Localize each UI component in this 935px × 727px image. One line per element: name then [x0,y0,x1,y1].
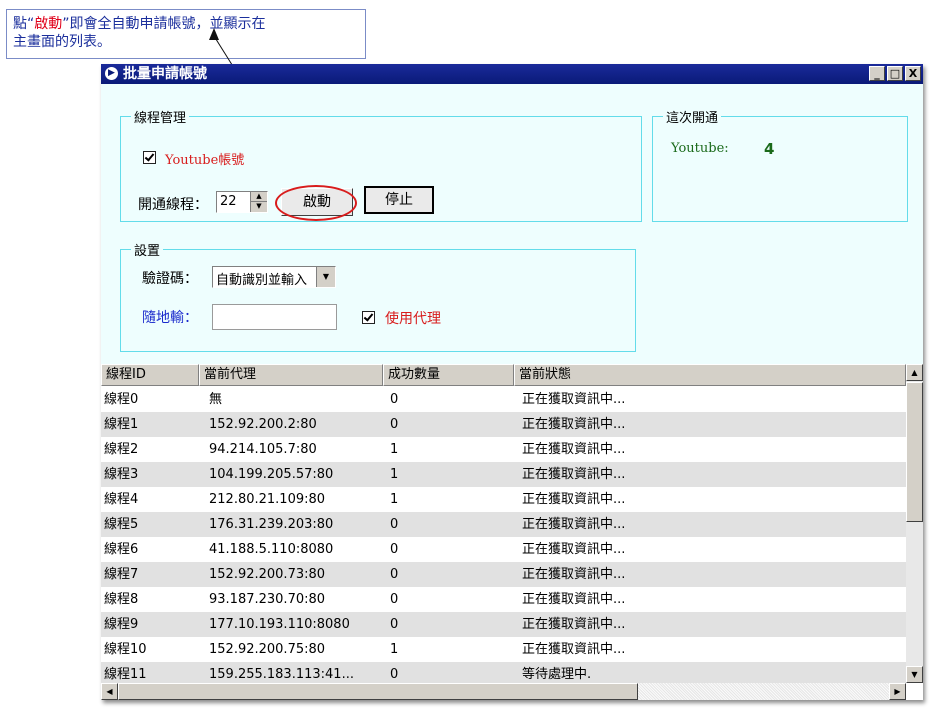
youtube-checkbox[interactable] [143,151,156,164]
captcha-select[interactable]: 自動識別並輸入 ▼ [212,266,336,288]
table-row[interactable]: 線程6 41.188.5.110:8080 0 正在獲取資訊中... [101,537,906,562]
list-rows: 線程0 無 0 正在獲取資訊中... 線程1 152.92.200.2:80 0 正在獲取資… [101,387,906,687]
stop-button[interactable]: 停止 [364,186,434,214]
title-bar[interactable]: ▶ 批量申請帳號 _ □ X [101,64,923,84]
table-row[interactable]: 線程5 176.31.239.203:80 0 正在獲取資訊中... [101,512,906,537]
column-header-success-count[interactable]: 成功數量 [383,364,514,386]
table-row[interactable]: 線程10 152.92.200.75:80 1 正在獲取資訊中... [101,637,906,662]
settings-group: 設置 [120,240,636,352]
app-window: ▶ 批量申請帳號 _ □ X 線程管理 Youtube帳號 開通線程： 22 ▲… [101,64,923,700]
input-label: 隨地輸： [142,310,198,326]
maximize-button[interactable]: □ [887,66,903,81]
callout-arrow-head [209,28,219,40]
thread-count-label: 開通線程： [138,197,208,213]
proxy-checkbox-label: 使用代理 [385,311,441,327]
highlight-ellipse [275,185,357,221]
column-header-proxy[interactable]: 當前代理 [199,364,383,386]
table-row[interactable]: 線程7 152.92.200.73:80 0 正在獲取資訊中... [101,562,906,587]
settings-group-legend: 設置 [134,244,161,259]
thread-count-value: 22 [220,194,237,209]
result-group: 這次開通 [652,107,908,222]
youtube-checkbox-label: Youtube帳號 [165,153,245,168]
result-service-label: Youtube: [671,141,729,156]
result-count: 4 [764,140,775,158]
scroll-up-icon[interactable]: ▲ [906,364,923,381]
app-icon: ▶ [105,67,118,80]
vertical-scroll-thumb[interactable] [906,382,923,522]
scroll-right-icon[interactable]: ▶ [889,683,906,700]
captcha-select-value: 自動識別並輸入 [216,273,308,288]
spin-down-icon[interactable]: ▼ [251,202,267,211]
proxy-checkbox[interactable] [362,311,375,324]
table-row[interactable]: 線程3 104.199.205.57:80 1 正在獲取資訊中... [101,462,906,487]
table-row[interactable]: 線程8 93.187.230.70:80 0 正在獲取資訊中... [101,587,906,612]
thread-group-legend: 線程管理 [134,111,187,126]
result-group-legend: 這次開通 [666,111,719,126]
captcha-label: 驗證碼： [142,271,198,287]
table-row[interactable]: 線程4 212.80.21.109:80 1 正在獲取資訊中... [101,487,906,512]
thread-count-spinner[interactable]: 22 ▲ ▼ [216,191,268,213]
window-title: 批量申請帳號 [123,66,207,82]
horizontal-scroll-thumb[interactable] [118,683,638,700]
table-row[interactable]: 線程2 94.214.105.7:80 1 正在獲取資訊中... [101,437,906,462]
thread-list[interactable]: 線程ID 當前代理 成功數量 當前狀態 線程0 無 0 正在獲取資訊中... 線程1 1… [101,364,923,700]
column-header-thread-id[interactable]: 線程ID [101,364,199,386]
spin-up-icon[interactable]: ▲ [251,192,267,202]
horizontal-scrollbar[interactable]: ◀ ▶ [101,683,906,700]
input-field[interactable] [212,304,337,330]
column-header-status[interactable]: 當前狀態 [514,364,906,386]
table-row[interactable]: 線程0 無 0 正在獲取資訊中... [101,387,906,412]
scroll-down-icon[interactable]: ▼ [906,666,923,683]
vertical-scrollbar[interactable]: ▲ ▼ [906,364,923,683]
table-row[interactable]: 線程9 177.10.193.110:8080 0 正在獲取資訊中... [101,612,906,637]
minimize-button[interactable]: _ [869,66,885,81]
chevron-down-icon[interactable]: ▼ [316,267,335,287]
close-button[interactable]: X [905,66,921,81]
scroll-left-icon[interactable]: ◀ [101,683,118,700]
list-header: 線程ID 當前代理 成功數量 當前狀態 [101,364,906,386]
table-row[interactable]: 線程1 152.92.200.2:80 0 正在獲取資訊中... [101,412,906,437]
